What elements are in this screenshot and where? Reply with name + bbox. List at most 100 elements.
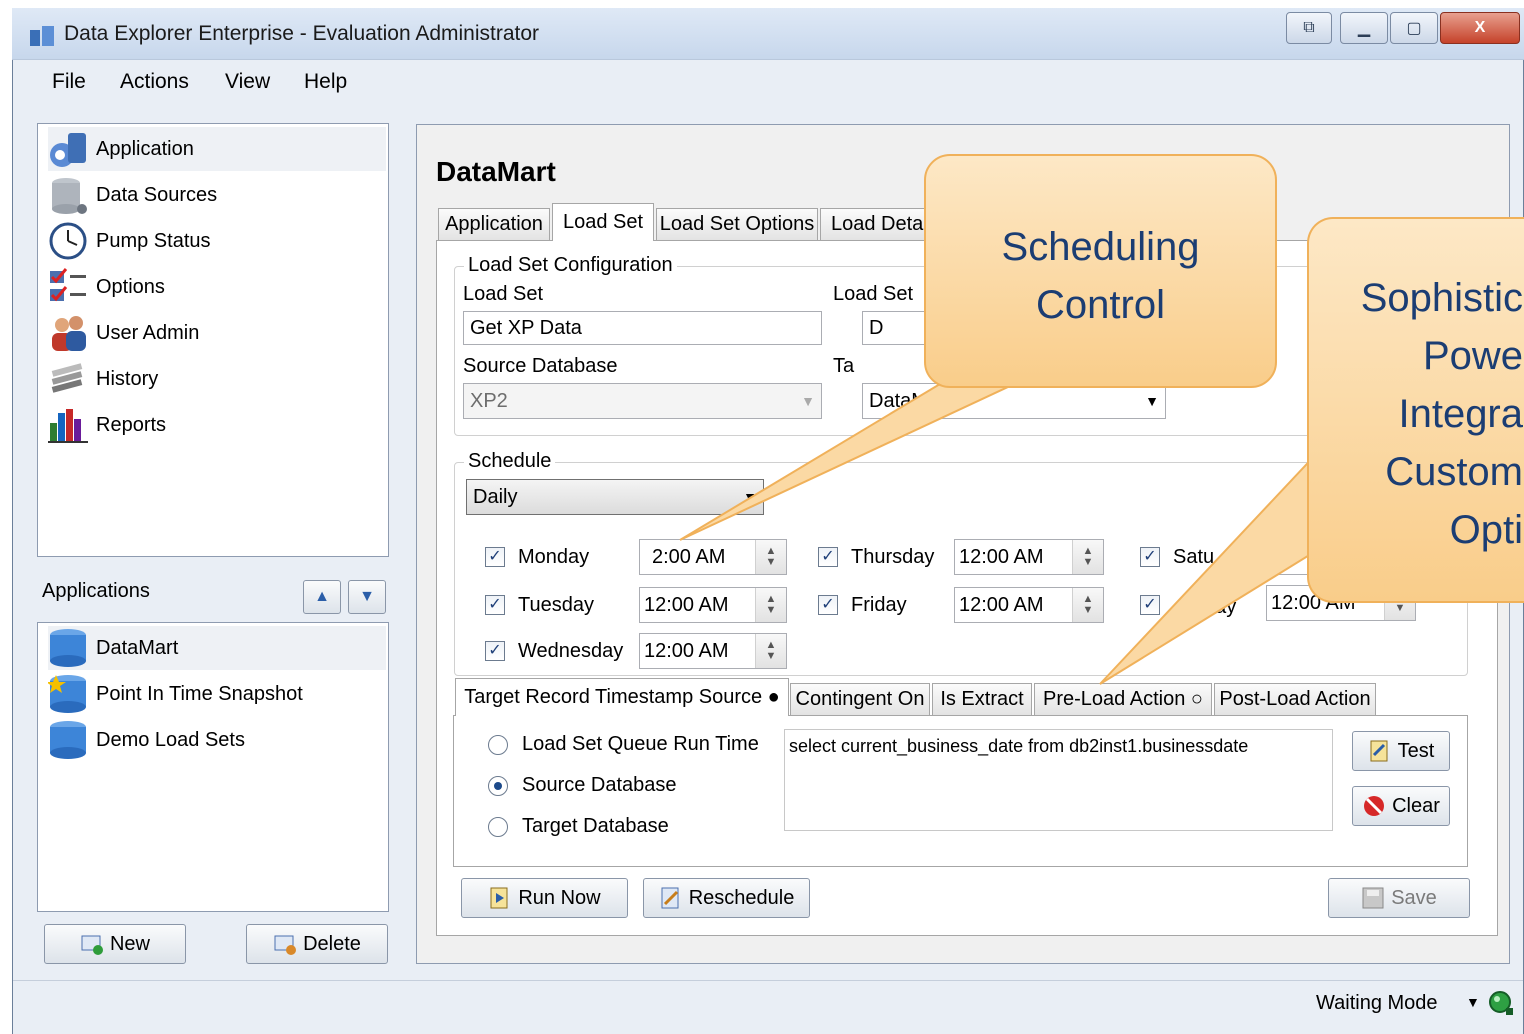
nav-label: Pump Status xyxy=(96,229,211,252)
database-icon xyxy=(50,721,86,759)
run-now-button[interactable]: Run Now xyxy=(461,878,628,918)
wednesday-time-input[interactable]: 12:00 AM ▲ ▼ xyxy=(639,633,787,669)
monday-label: Monday xyxy=(518,546,590,568)
spinner-icon[interactable]: ▲▼ xyxy=(1072,588,1103,622)
radio-label: Source Database xyxy=(522,774,677,796)
database-icon xyxy=(50,629,86,667)
save-button[interactable]: Save xyxy=(1328,878,1470,918)
source-database-select[interactable]: XP2 ▼ xyxy=(463,383,822,419)
nav-label: Options xyxy=(96,275,165,298)
move-up-button[interactable]: ▲ xyxy=(303,580,341,614)
tab-target-record-timestamp-source[interactable]: Target Record Timestamp Source ● xyxy=(455,678,789,716)
users-icon xyxy=(52,316,86,351)
nav-application[interactable]: Application xyxy=(48,127,386,171)
tuesday-time-input[interactable]: 12:00 AM ▲ ▼ xyxy=(639,587,787,623)
friday-checkbox[interactable]: ✓ xyxy=(818,595,838,615)
saturday-checkbox[interactable]: ✓ xyxy=(1140,547,1160,567)
spinner-icon[interactable]: ▲▼ xyxy=(755,588,786,622)
tuesday-label: Tuesday xyxy=(518,594,594,616)
tab-contingent-on[interactable]: Contingent On xyxy=(790,683,930,715)
radio-label: Target Database xyxy=(522,815,669,837)
chevron-down-icon: ▼ xyxy=(1145,393,1159,409)
thursday-time-input[interactable]: 12:00 AM ▲ ▼ xyxy=(954,539,1104,575)
nav-pump-status[interactable]: Pump Status xyxy=(48,219,211,263)
menu-actions[interactable]: Actions xyxy=(120,70,189,94)
sunday-checkbox[interactable]: ✓ xyxy=(1140,595,1160,615)
delete-icon xyxy=(274,935,297,955)
tab-load-set-options[interactable]: Load Set Options xyxy=(656,208,818,240)
bar-chart-icon xyxy=(48,409,88,443)
tab-is-extract[interactable]: Is Extract xyxy=(932,683,1032,715)
radio-load-set-queue-run-time[interactable] xyxy=(488,735,508,755)
thursday-checkbox[interactable]: ✓ xyxy=(818,547,838,567)
maximize-button[interactable]: ▢ xyxy=(1390,12,1438,44)
page-title: DataMart xyxy=(436,156,556,187)
new-icon xyxy=(81,935,103,955)
nav-label: Application xyxy=(96,137,194,160)
nav-reports[interactable]: Reports xyxy=(48,403,166,447)
tab-pre-load-action[interactable]: Pre-Load Action ○ xyxy=(1034,683,1212,715)
app-item-point-in-time-snapshot[interactable]: Point In Time Snapshot xyxy=(48,672,303,716)
friday-time-input[interactable]: 12:00 AM ▲ ▼ xyxy=(954,587,1104,623)
wednesday-label: Wednesday xyxy=(518,640,624,662)
monday-checkbox[interactable]: ✓ xyxy=(485,547,505,567)
tab-post-load-action[interactable]: Post-Load Action xyxy=(1214,683,1376,715)
close-button[interactable]: X xyxy=(1440,12,1520,44)
no-entry-icon xyxy=(1364,796,1385,816)
radio-source-database[interactable] xyxy=(488,776,508,796)
load-set-type-field[interactable]: D xyxy=(862,311,932,345)
radio-target-database[interactable] xyxy=(488,817,508,837)
move-down-button[interactable]: ▼ xyxy=(348,580,386,614)
new-button[interactable]: New xyxy=(44,924,186,964)
scheduling-callout: Scheduling Control xyxy=(924,154,1277,388)
sunday-label: day xyxy=(1204,596,1237,618)
nav-label: User Admin xyxy=(96,321,200,344)
schedule-frequency-select[interactable]: Daily ▼ xyxy=(466,479,764,515)
tab-load-details[interactable]: Load Detai xyxy=(820,208,930,240)
nav-history[interactable]: History xyxy=(48,357,158,401)
applications-label: Applications xyxy=(42,580,150,602)
tab-load-set[interactable]: Load Set xyxy=(552,203,654,241)
sophisticated-callout: Sophistic Powe Integra Custom Opti xyxy=(1307,217,1524,603)
tab-application[interactable]: Application xyxy=(438,208,550,240)
config-legend: Load Set Configuration xyxy=(464,254,677,277)
menu-help[interactable]: Help xyxy=(304,70,347,94)
app-item-datamart[interactable]: DataMart xyxy=(48,626,386,670)
wednesday-checkbox[interactable]: ✓ xyxy=(485,641,505,661)
chevron-down-icon[interactable]: ▼ xyxy=(1466,994,1480,1010)
sql-query-textarea[interactable]: select current_business_date from db2ins… xyxy=(784,729,1333,831)
load-set-input[interactable]: Get XP Data xyxy=(463,311,822,345)
restore-icon[interactable]: ⧉ xyxy=(1286,12,1332,44)
menu-view[interactable]: View xyxy=(225,70,270,94)
load-set-type-label: Load Set xyxy=(833,283,914,305)
nav-label: Reports xyxy=(96,413,167,436)
window-title: Data Explorer Enterprise - Evaluation Ad… xyxy=(64,22,540,45)
minimize-button[interactable]: ▁ xyxy=(1340,12,1388,44)
nav-data-sources[interactable]: Data Sources xyxy=(48,173,217,217)
data-sources-icon xyxy=(52,178,87,214)
test-button[interactable]: Test xyxy=(1352,731,1450,771)
friday-label: Friday xyxy=(851,594,907,616)
tuesday-checkbox[interactable]: ✓ xyxy=(485,595,505,615)
spinner-icon[interactable]: ▲▼ xyxy=(755,634,786,668)
menu-file[interactable]: File xyxy=(52,70,86,94)
delete-button[interactable]: Delete xyxy=(246,924,388,964)
saturday-label: Satu xyxy=(1173,546,1215,568)
clear-button[interactable]: Clear xyxy=(1352,786,1450,826)
nav-label: Data Sources xyxy=(96,183,218,206)
target-database-label: Ta xyxy=(833,355,855,377)
clock-icon xyxy=(49,222,87,260)
app-item-demo-load-sets[interactable]: Demo Load Sets xyxy=(48,718,245,762)
reschedule-icon xyxy=(661,887,679,909)
nav-options[interactable]: Options xyxy=(48,265,165,309)
reschedule-button[interactable]: Reschedule xyxy=(643,878,810,918)
target-database-select[interactable]: DataMart ▼ xyxy=(862,383,1166,419)
monday-time-input[interactable]: 2:00 AM ▲ ▼ xyxy=(639,539,787,575)
spinner-icon[interactable]: ▲▼ xyxy=(1072,540,1103,574)
history-icon xyxy=(51,363,83,393)
nav-user-admin[interactable]: User Admin xyxy=(48,311,199,355)
load-set-label: Load Set xyxy=(463,283,544,305)
spinner-icon[interactable]: ▲▼ xyxy=(755,540,786,574)
save-icon xyxy=(1362,887,1384,909)
source-database-label: Source Database xyxy=(463,355,618,377)
